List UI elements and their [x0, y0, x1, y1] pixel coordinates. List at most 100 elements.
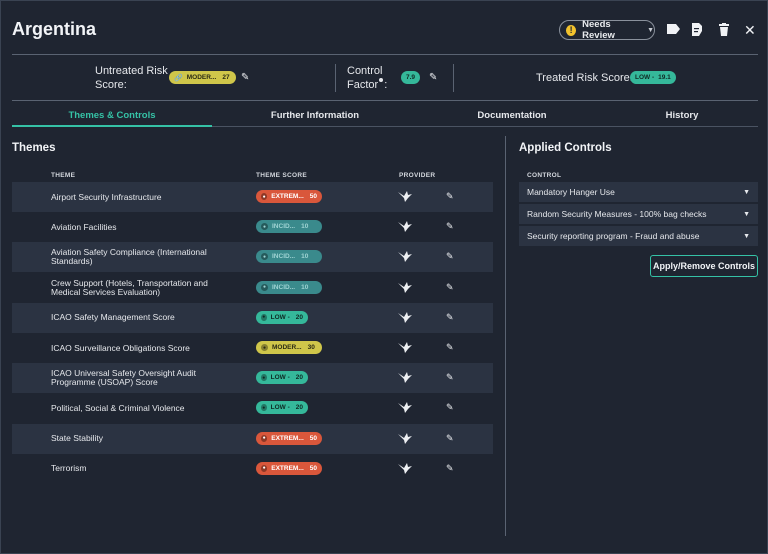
info-dot-icon[interactable] [379, 78, 384, 82]
control-select-3[interactable]: Security reporting program - Fraud and a… [519, 226, 758, 246]
theme-score-badge-label: LOW - [270, 313, 290, 321]
link-icon: 🔗 [174, 74, 183, 82]
apply-remove-controls-button[interactable]: Apply/Remove Controls [650, 255, 758, 277]
chevron-down-icon: ▼ [743, 232, 750, 240]
theme-score-value: 10 [301, 223, 309, 231]
theme-score-badge: ● EXTREM... 50 [256, 431, 322, 445]
tab-further-information[interactable]: Further Information [215, 110, 415, 121]
edit-theme-icon[interactable]: ✎ [446, 372, 454, 383]
theme-score-value: 50 [309, 193, 317, 200]
theme-name: State Stability [51, 433, 103, 444]
untreated-risk-label: Untreated Risk Score: [95, 64, 168, 92]
themes-title: Themes [12, 142, 56, 154]
tab-active-indicator [12, 125, 212, 127]
provider-bird-icon [398, 251, 412, 263]
control-select-2[interactable]: Random Security Measures - 100% bag chec… [519, 204, 758, 224]
theme-score-badge-label: INCID... [272, 253, 296, 261]
provider-bird-icon [398, 221, 412, 233]
review-status-label: Needs Review [582, 19, 615, 41]
untreated-risk-badge-label: MODER... [186, 74, 217, 81]
theme-score-value: 20 [295, 374, 303, 382]
theme-score-badge-label: LOW - [270, 374, 290, 382]
untreated-risk-label-line1: Untreated Risk [95, 65, 168, 77]
provider-bird-icon [398, 281, 412, 293]
header-divider [12, 54, 758, 55]
edit-theme-icon[interactable]: ✎ [446, 221, 454, 232]
table-row[interactable]: ICAO Safety Management Score ● LOW - 20 ✎ [12, 302, 493, 333]
treated-risk-label: Treated Risk Score: [536, 72, 633, 84]
tag-icon[interactable] [667, 23, 680, 38]
edit-theme-icon[interactable]: ✎ [446, 463, 454, 474]
theme-name: Political, Social & Criminal Violence [51, 402, 185, 413]
control-factor-label: Control Factor: [347, 65, 388, 91]
summary-divider-2 [453, 64, 454, 92]
table-row[interactable]: Terrorism ● EXTREM... 50 ✎ [12, 454, 493, 484]
edit-theme-icon[interactable]: ✎ [446, 191, 454, 202]
edit-theme-icon[interactable]: ✎ [446, 312, 454, 323]
theme-score-value: 50 [309, 464, 317, 472]
theme-score-value: 30 [307, 344, 315, 351]
column-header-control: CONTROL [527, 172, 562, 179]
theme-score-badge-label: EXTREM... [271, 193, 304, 200]
theme-score-value: 20 [295, 404, 303, 412]
provider-bird-icon [398, 191, 412, 202]
edit-theme-icon[interactable]: ✎ [446, 282, 454, 293]
table-row[interactable]: State Stability ● EXTREM... 50 ✎ [12, 423, 493, 454]
table-row[interactable]: Aviation Safety Compliance (Internationa… [12, 242, 493, 273]
provider-bird-icon [398, 342, 412, 353]
chevron-down-icon: ▼ [743, 210, 750, 218]
control-factor-label-line1: Control [347, 65, 383, 77]
provider-bird-icon [398, 372, 412, 384]
theme-score-value: 20 [295, 313, 303, 321]
theme-name: ICAO Surveillance Obligations Score [51, 342, 190, 353]
theme-score-badge: ● EXTREM... 50 [256, 461, 322, 475]
table-row[interactable]: ICAO Universal Safety Oversight Audit Pr… [12, 363, 493, 394]
edit-theme-icon[interactable]: ✎ [446, 251, 454, 262]
theme-score-value: 10 [301, 283, 309, 291]
provider-bird-icon [398, 402, 412, 414]
review-status-dropdown[interactable]: ! Needs Review ▼ [559, 19, 655, 41]
close-icon[interactable]: ✕ [744, 23, 756, 37]
chevron-down-icon: ▼ [743, 188, 750, 196]
table-row[interactable]: Airport Security Infrastructure ● EXTREM..… [12, 182, 493, 212]
table-row[interactable]: Political, Social & Criminal Violence ● LO… [12, 393, 493, 423]
untreated-risk-label-line2: Score: [95, 79, 127, 91]
theme-score-badge: ● MODER... 30 [256, 341, 322, 354]
edit-theme-icon[interactable]: ✎ [446, 402, 454, 413]
provider-bird-icon [398, 432, 412, 444]
theme-score-badge-label: EXTREM... [271, 434, 304, 442]
theme-name: Airport Security Infrastructure [51, 191, 162, 202]
edit-untreated-risk-icon[interactable]: ✎ [241, 72, 249, 83]
table-row[interactable]: Crew Support (Hotels, Transportation and… [12, 273, 493, 303]
theme-score-badge: ● LOW - 20 [256, 310, 308, 324]
edit-theme-icon[interactable]: ✎ [446, 342, 454, 353]
theme-name: Aviation Facilities [51, 221, 117, 232]
tab-themes-controls[interactable]: Themes & Controls [12, 110, 212, 121]
trash-icon[interactable] [719, 23, 729, 39]
control-select-label: Mandatory Hanger Use [527, 187, 615, 197]
table-row[interactable]: Aviation Facilities ● INCID... 10 ✎ [12, 212, 493, 242]
theme-score-badge: ● INCID... 10 [256, 220, 322, 234]
theme-name: Terrorism [51, 463, 87, 474]
page-title: Argentina [12, 19, 97, 39]
edit-control-factor-icon[interactable]: ✎ [429, 72, 437, 83]
theme-score-badge-label: INCID... [272, 223, 296, 231]
theme-score-badge-label: LOW - [270, 404, 290, 412]
untreated-risk-badge: 🔗 MODER... 27 [169, 71, 236, 84]
edit-theme-icon[interactable]: ✎ [446, 433, 454, 444]
untreated-risk-value: 27 [222, 74, 230, 81]
control-select-label: Random Security Measures - 100% bag chec… [527, 209, 707, 219]
score-level-icon: ● [261, 193, 268, 200]
control-factor-label-line2: Factor [347, 79, 379, 91]
score-level-icon: ● [261, 344, 268, 351]
table-row[interactable]: ICAO Surveillance Obligations Score ● MODE… [12, 333, 493, 363]
score-level-icon: ● [261, 464, 268, 472]
score-level-icon: ● [261, 223, 268, 231]
theme-score-badge-label: INCID... [272, 283, 296, 291]
control-factor-value: 7.9 [405, 74, 416, 81]
document-edit-icon[interactable] [692, 23, 704, 40]
theme-score-badge-label: MODER... [272, 344, 302, 351]
control-select-1[interactable]: Mandatory Hanger Use ▼ [519, 182, 758, 202]
column-header-theme: THEME [51, 172, 76, 179]
tab-history[interactable]: History [582, 110, 768, 121]
